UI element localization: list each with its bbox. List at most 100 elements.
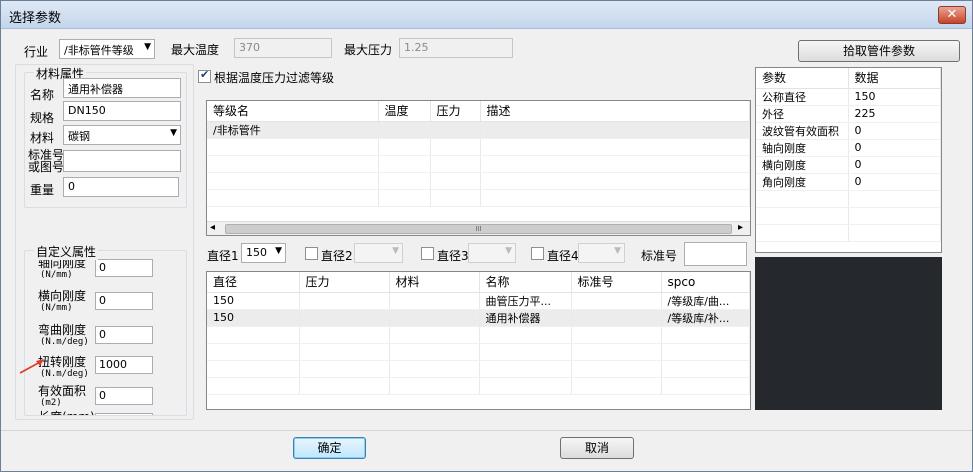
table-row[interactable]: 150 通用补偿器/等级库/补... xyxy=(207,309,750,327)
table-row[interactable] xyxy=(207,326,750,344)
table-cell xyxy=(661,343,750,361)
diameter2-select[interactable]: ▼ xyxy=(354,243,403,263)
table-row[interactable]: 角向刚度 0 xyxy=(756,173,941,191)
component-column-header[interactable]: spco xyxy=(661,272,750,293)
material-label: 材料 xyxy=(30,131,55,145)
custom-field-input[interactable]: 500 xyxy=(95,413,153,415)
name-field[interactable]: 通用补偿器 xyxy=(63,78,181,98)
table-cell xyxy=(299,360,390,378)
scroll-thumb[interactable]: III xyxy=(225,224,732,234)
diameter4-select[interactable]: ▼ xyxy=(578,243,625,263)
table-row[interactable] xyxy=(756,190,941,208)
table-row[interactable] xyxy=(756,224,941,242)
custom-field-input[interactable]: 1000 xyxy=(95,356,153,374)
diameter3-select[interactable]: ▼ xyxy=(468,243,516,263)
table-row[interactable] xyxy=(207,189,750,207)
table-cell xyxy=(479,343,572,361)
table-cell xyxy=(207,172,379,190)
custom-group: 轴向刚度 (N/mm) 0 横向刚度 (N/mm) 0 弯曲刚度 (N.m/deg) 0 扭转刚度… xyxy=(24,250,187,416)
max-pressure-field[interactable]: 1.25 xyxy=(399,38,513,58)
table-cell xyxy=(299,292,390,310)
component-column-header[interactable]: 压力 xyxy=(299,272,390,293)
table-row[interactable] xyxy=(207,343,750,361)
standard-number-field[interactable] xyxy=(684,242,747,266)
scroll-right-icon[interactable]: ▸ xyxy=(738,222,743,233)
chevron-down-icon: ▼ xyxy=(614,246,621,256)
pick-fitting-params-button[interactable]: 拾取管件参数 xyxy=(798,40,960,62)
table-row[interactable]: 波纹管有效面积 0 xyxy=(756,122,941,140)
table-cell xyxy=(299,377,390,395)
chevron-down-icon: ▼ xyxy=(392,246,399,256)
spec-field[interactable]: DN150 xyxy=(63,101,181,121)
custom-field-input[interactable]: 0 xyxy=(95,326,153,344)
table-row[interactable]: /非标管件 xyxy=(207,121,750,139)
component-column-header[interactable]: 直径 xyxy=(207,272,300,293)
table-cell xyxy=(571,326,662,344)
custom-field-label: 横向刚度 xyxy=(38,289,87,303)
material-select[interactable]: 碳钢 ▼ xyxy=(63,125,181,145)
diameter2-checkbox[interactable] xyxy=(305,247,318,260)
grade-column-header[interactable]: 等级名 xyxy=(207,101,379,122)
diameter1-select[interactable]: 150 ▼ xyxy=(241,243,286,263)
table-cell xyxy=(479,326,572,344)
dialog-window: 选择参数 ✕ 行业 /非标管件等级 ▼ 最大温度 370 最大压力 1.25 拾… xyxy=(0,0,973,472)
table-row[interactable] xyxy=(756,207,941,225)
table-cell xyxy=(479,360,572,378)
table-cell xyxy=(571,343,662,361)
grade-table[interactable]: 等级名 温度 压力 描述 /非标管件 ◂ III ▸ xyxy=(206,100,751,236)
table-row[interactable] xyxy=(207,377,750,395)
custom-field-unit: (N.m/deg) xyxy=(40,369,89,379)
diameter3-checkbox[interactable] xyxy=(421,247,434,260)
table-row[interactable]: 轴向刚度 0 xyxy=(756,139,941,157)
custom-field-row: 长度(mm)500 xyxy=(25,411,185,416)
table-cell xyxy=(378,121,431,139)
table-row[interactable]: 150 曲管压力平... /等级库/曲... xyxy=(207,292,750,310)
table-cell xyxy=(389,343,480,361)
scroll-left-icon[interactable]: ◂ xyxy=(210,222,215,233)
component-column-header[interactable]: 标准号 xyxy=(571,272,662,293)
table-row[interactable] xyxy=(207,155,750,173)
close-button[interactable]: ✕ xyxy=(938,6,966,24)
table-row[interactable] xyxy=(207,360,750,378)
industry-select[interactable]: /非标管件等级 ▼ xyxy=(59,39,155,59)
preview-panel xyxy=(755,257,942,410)
diameter4-checkbox[interactable] xyxy=(531,247,544,260)
table-cell: /等级库/曲... xyxy=(661,292,750,310)
custom-field-input[interactable]: 0 xyxy=(95,292,153,310)
table-cell xyxy=(756,207,849,225)
table-row[interactable] xyxy=(207,172,750,190)
standard-field[interactable] xyxy=(63,150,181,172)
max-pressure-label: 最大压力 xyxy=(344,43,393,57)
max-temp-field[interactable]: 370 xyxy=(234,38,332,58)
grade-horizontal-scrollbar[interactable]: ◂ III ▸ xyxy=(207,221,750,235)
param-column-header[interactable]: 参数 xyxy=(756,68,849,89)
table-cell xyxy=(571,292,662,310)
table-row[interactable]: 公称直径 150 xyxy=(756,88,941,106)
component-column-header[interactable]: 材料 xyxy=(389,272,480,293)
parameters-table[interactable]: 参数 数据 公称直径 150 外径 225 波纹管有效面积 0 轴向刚度 0 横向刚度 0 角向刚度 0 xyxy=(755,67,942,253)
table-row[interactable]: 外径 225 xyxy=(756,105,941,123)
table-cell xyxy=(661,377,750,395)
ok-button[interactable]: 确定 xyxy=(293,437,366,459)
custom-field-input[interactable]: 0 xyxy=(95,259,153,277)
grade-column-header[interactable]: 温度 xyxy=(378,101,431,122)
footer-divider xyxy=(1,430,972,431)
table-cell: 225 xyxy=(848,105,941,123)
table-cell xyxy=(661,326,750,344)
cancel-button[interactable]: 取消 xyxy=(560,437,634,459)
table-row[interactable]: 横向刚度 0 xyxy=(756,156,941,174)
filter-by-temp-pressure-checkbox[interactable] xyxy=(198,68,211,83)
material-value: 碳钢 xyxy=(68,130,90,143)
components-table[interactable]: 直径 压力 材料 名称 标准号 spco 150 曲管压力平... /等级库/曲... 150 通… xyxy=(206,271,751,410)
table-cell xyxy=(848,224,941,242)
component-column-header[interactable]: 名称 xyxy=(479,272,572,293)
window-title: 选择参数 xyxy=(9,11,62,26)
grade-column-header[interactable]: 压力 xyxy=(430,101,481,122)
custom-field-input[interactable]: 0 xyxy=(95,387,153,405)
param-column-header[interactable]: 数据 xyxy=(848,68,941,89)
custom-field-label: 长度(mm) xyxy=(38,411,95,416)
table-cell xyxy=(299,326,390,344)
grade-column-header[interactable]: 描述 xyxy=(480,101,750,122)
weight-field[interactable]: 0 xyxy=(63,177,179,197)
table-row[interactable] xyxy=(207,138,750,156)
